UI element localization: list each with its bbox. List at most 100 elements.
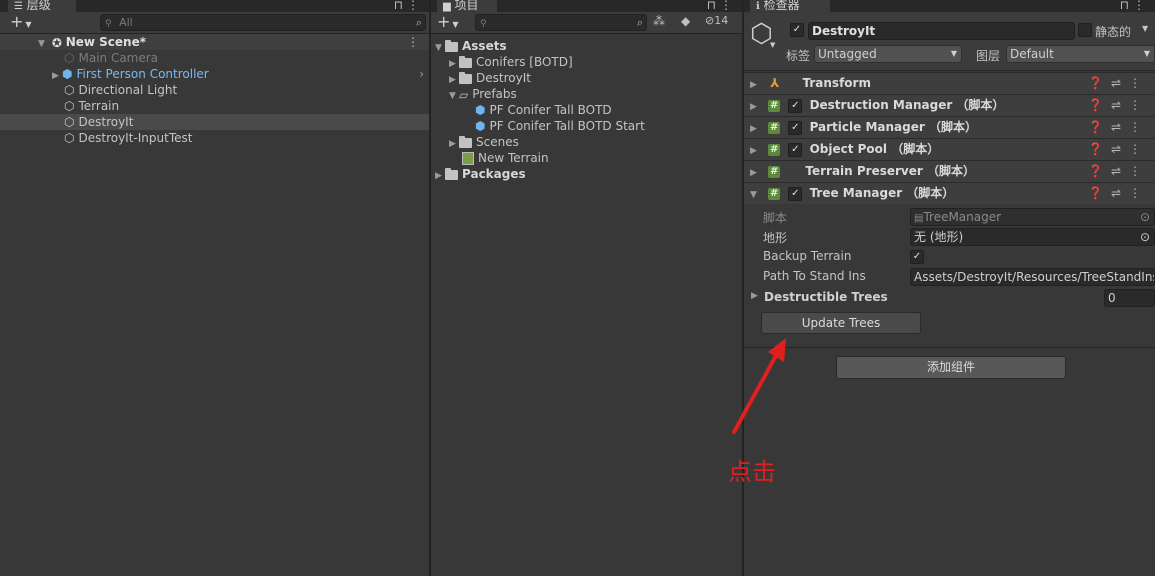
component-menu-icon[interactable]: ⋮ — [1129, 120, 1149, 134]
project-item-label: Assets — [462, 39, 507, 53]
component-menu-icon[interactable]: ⋮ — [1129, 142, 1149, 156]
hierarchy-item-directional-light[interactable]: ⬡ Directional Light — [0, 82, 429, 98]
active-checkbox[interactable]: ✓ — [790, 23, 804, 37]
project-item-pf-conifer-tall-start[interactable]: ⬢ PF Conifer Tall BOTD Start — [431, 118, 742, 134]
component-icons[interactable]: ❓⇌⋮ — [1088, 117, 1149, 138]
destructible-trees-label[interactable]: Destructible Trees — [764, 290, 888, 304]
object-picker-icon[interactable]: ⊙ — [1140, 209, 1150, 225]
project-item-packages[interactable]: ▶ Packages — [431, 166, 742, 182]
expand-arrow-icon[interactable]: ▶ — [435, 168, 445, 184]
static-dropdown-icon[interactable]: ▼ — [1142, 24, 1148, 33]
expand-arrow-icon[interactable]: ▶ — [750, 141, 760, 162]
component-enabled-checkbox[interactable]: ✓ — [788, 142, 803, 157]
preset-icon[interactable]: ⇌ — [1111, 120, 1129, 134]
layer-dropdown[interactable]: Default ▼ — [1006, 45, 1155, 63]
hierarchy-item-first-person-controller[interactable]: ▶ ⬢ First Person Controller › — [0, 66, 429, 82]
component-icons[interactable]: ❓⇌⋮ — [1088, 73, 1149, 94]
component-menu-icon[interactable]: ⋮ — [1129, 98, 1149, 112]
scene-row[interactable]: ▼ ✪ New Scene* ⋮ — [0, 34, 429, 50]
eye-slash-icon: ⊘ — [705, 14, 715, 27]
hierarchy-item-terrain[interactable]: ⬡ Terrain — [0, 98, 429, 114]
project-item-scenes[interactable]: ▶ Scenes — [431, 134, 742, 150]
preset-icon[interactable]: ⇌ — [1111, 186, 1129, 200]
component-tree-manager[interactable]: ▼ # ✓ Tree Manager （脚本） ❓⇌⋮ — [744, 182, 1155, 204]
lock-icon[interactable]: ⊓ — [707, 0, 716, 12]
add-component-button[interactable]: 添加组件 — [836, 356, 1066, 379]
project-item-prefabs[interactable]: ▼ ▱ Prefabs — [431, 86, 742, 102]
component-icons[interactable]: ❓⇌⋮ — [1088, 139, 1149, 160]
expand-arrow-icon[interactable]: ▶ — [750, 163, 760, 184]
hidden-count: 14 — [714, 14, 729, 27]
help-icon[interactable]: ❓ — [1088, 142, 1111, 156]
component-icons[interactable]: ❓⇌⋮ — [1088, 183, 1149, 204]
project-item-pf-conifer-tall[interactable]: ⬢ PF Conifer Tall BOTD — [431, 102, 742, 118]
expand-arrow-icon[interactable]: ▶ — [750, 97, 760, 118]
kebab-menu-icon[interactable]: ⋮ — [1133, 0, 1145, 12]
component-menu-icon[interactable]: ⋮ — [1129, 186, 1149, 200]
script-field: ▤TreeManager ⊙ — [910, 208, 1155, 226]
component-enabled-checkbox[interactable]: ✓ — [788, 98, 803, 113]
component-menu-icon[interactable]: ⋮ — [1129, 164, 1149, 178]
tab-project[interactable]: ▆ 项目 — [437, 0, 497, 12]
help-icon[interactable]: ❓ — [1088, 120, 1111, 134]
add-dropdown-button[interactable]: + ▼ — [10, 12, 32, 35]
component-object-pool[interactable]: ▶ # ✓ Object Pool （脚本） ❓⇌⋮ — [744, 138, 1155, 160]
project-item-assets[interactable]: ▼ Assets — [431, 38, 742, 54]
destructible-trees-count-field[interactable]: 0 — [1104, 289, 1155, 307]
preset-icon[interactable]: ⇌ — [1111, 98, 1129, 112]
component-terrain-preserver[interactable]: ▶ # Terrain Preserver （脚本） ❓⇌⋮ — [744, 160, 1155, 182]
component-enabled-checkbox[interactable]: ✓ — [788, 186, 803, 201]
component-icons[interactable]: ❓⇌⋮ — [1088, 95, 1149, 116]
help-icon[interactable]: ❓ — [1088, 98, 1111, 112]
component-icons[interactable]: ❓⇌⋮ — [1088, 161, 1149, 182]
expand-arrow-icon[interactable]: ▶ — [750, 119, 760, 140]
filter-by-label-icon[interactable]: ◆ — [681, 14, 690, 28]
tag-dropdown[interactable]: Untagged ▼ — [814, 45, 962, 63]
hidden-packages-icon[interactable]: ⊘14 — [705, 14, 728, 27]
kebab-menu-icon[interactable]: ⋮ — [407, 0, 419, 12]
scene-menu-icon[interactable]: ⋮ — [407, 34, 419, 50]
layer-value: Default — [1010, 47, 1054, 61]
tab-inspector[interactable]: ℹ 检查器 — [750, 0, 830, 12]
folder-icon — [459, 71, 472, 84]
preset-icon[interactable]: ⇌ — [1111, 76, 1129, 90]
lock-icon[interactable]: ⊓ — [394, 0, 403, 12]
preset-icon[interactable]: ⇌ — [1111, 164, 1129, 178]
destructible-trees-arrow-icon[interactable]: ▶ — [751, 291, 758, 301]
backup-terrain-checkbox[interactable]: ✓ — [910, 250, 924, 264]
chevron-right-icon[interactable]: › — [419, 66, 424, 82]
project-item-new-terrain[interactable]: New Terrain — [431, 150, 742, 166]
static-checkbox[interactable] — [1078, 23, 1092, 37]
preset-icon[interactable]: ⇌ — [1111, 142, 1129, 156]
create-dropdown-button[interactable]: + ▼ — [437, 12, 459, 35]
project-item-destroyit[interactable]: ▶ DestroyIt — [431, 70, 742, 86]
path-to-stand-ins-field[interactable]: Assets/DestroyIt/Resources/TreeStandIns — [910, 268, 1155, 286]
lock-icon[interactable]: ⊓ — [1120, 0, 1129, 12]
project-search-input[interactable]: ⚲ ⌕ — [475, 14, 647, 31]
help-icon[interactable]: ❓ — [1088, 164, 1111, 178]
component-transform[interactable]: ▶ ⅄ Transform ❓⇌⋮ — [744, 72, 1155, 94]
component-enabled-checkbox[interactable]: ✓ — [788, 120, 803, 135]
hierarchy-item-destroyit[interactable]: ⬡ DestroyIt — [0, 114, 429, 130]
kebab-menu-icon[interactable]: ⋮ — [720, 0, 732, 12]
tab-project-label: 项目 — [454, 0, 479, 12]
hierarchy-item-main-camera[interactable]: ⬡ Main Camera — [0, 50, 429, 66]
filter-by-type-icon[interactable]: ⁂ — [653, 14, 665, 28]
search-options-icon[interactable]: ⌕ — [637, 15, 643, 30]
terrain-field[interactable]: 无 (地形) ⊙ — [910, 228, 1155, 246]
tab-hierarchy[interactable]: ☰ 层级 — [8, 0, 76, 12]
object-picker-icon[interactable]: ⊙ — [1140, 229, 1150, 245]
project-item-conifers[interactable]: ▶ Conifers [BOTD] — [431, 54, 742, 70]
component-destruction-manager[interactable]: ▶ # ✓ Destruction Manager （脚本） ❓⇌⋮ — [744, 94, 1155, 116]
expand-arrow-icon[interactable]: ▶ — [750, 75, 760, 96]
hierarchy-search-input[interactable]: ⚲ All ⌕ — [100, 14, 426, 31]
object-name-field[interactable]: DestroyIt — [808, 22, 1075, 40]
help-icon[interactable]: ❓ — [1088, 76, 1111, 90]
collapse-arrow-icon[interactable]: ▼ — [750, 185, 760, 206]
annotation-text: 点击 — [728, 458, 776, 486]
hierarchy-item-destroyit-inputtest[interactable]: ⬡ DestroyIt-InputTest — [0, 130, 429, 146]
search-options-icon[interactable]: ⌕ — [416, 15, 422, 30]
help-icon[interactable]: ❓ — [1088, 186, 1111, 200]
component-menu-icon[interactable]: ⋮ — [1129, 76, 1149, 90]
component-particle-manager[interactable]: ▶ # ✓ Particle Manager （脚本） ❓⇌⋮ — [744, 116, 1155, 138]
